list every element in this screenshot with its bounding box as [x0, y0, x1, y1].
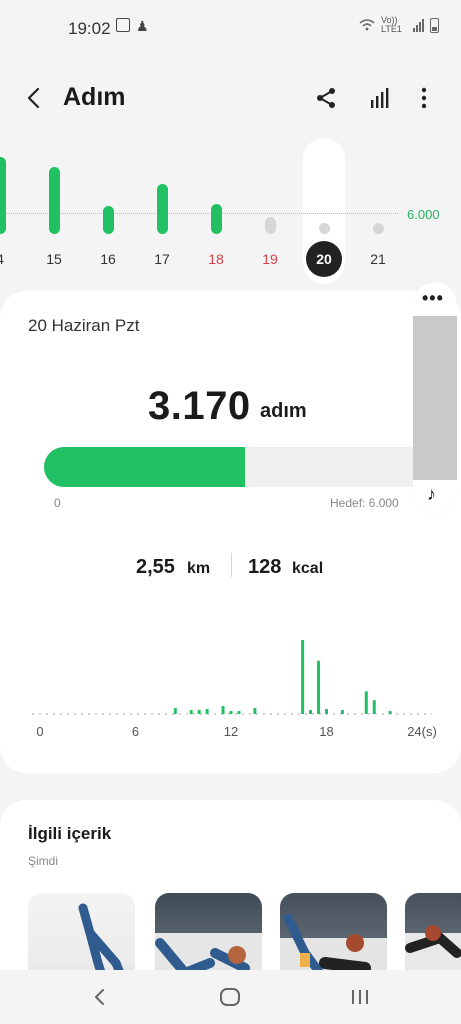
steps-count: 3.170 [148, 384, 251, 428]
hourly-bar [340, 710, 344, 714]
wifi-icon [359, 19, 375, 31]
week-day-label[interactable]: 20 [306, 241, 342, 277]
week-bar[interactable] [102, 205, 114, 234]
hourly-bar [229, 711, 233, 714]
hourly-bar [189, 710, 193, 714]
edge-panel-more-icon[interactable]: ••• [422, 288, 444, 309]
hourly-bar [325, 709, 328, 714]
nav-back-icon[interactable] [92, 988, 108, 1006]
hourly-bar [237, 711, 241, 714]
status-system-icons: Vo)) LTE1 [359, 16, 439, 34]
week-bar[interactable] [210, 204, 222, 234]
more-options-icon[interactable] [414, 86, 434, 110]
signal-icon [413, 18, 424, 32]
week-day-label[interactable]: 15 [39, 251, 69, 267]
goal-label: 6.000 [407, 207, 440, 222]
date-label: 20 Haziran Pzt [28, 316, 140, 335]
hourly-bar [253, 708, 257, 714]
status-time: 19:02 [68, 19, 111, 38]
hour-tick-label: 18 [319, 724, 333, 739]
week-day-label[interactable]: 21 [363, 251, 393, 267]
page-title: Adım [63, 83, 126, 111]
hourly-bar [364, 691, 368, 714]
week-day-label[interactable]: 4 [0, 251, 15, 267]
hourly-bar [205, 709, 209, 714]
progress-fill [44, 447, 245, 487]
week-day-label[interactable]: 17 [147, 251, 177, 267]
hourly-bar [388, 711, 392, 714]
steps-unit: adım [260, 400, 307, 422]
week-bar[interactable] [0, 157, 6, 234]
week-bar[interactable] [264, 217, 276, 234]
distance-value: 2,55 [136, 556, 175, 578]
hour-tick-label: 0 [36, 724, 43, 739]
nav-recents-icon[interactable] [350, 988, 370, 1006]
step-counter-icon: ♟ [136, 18, 149, 34]
hourly-bar [309, 710, 313, 714]
distance-unit: km [187, 560, 211, 577]
week-bar[interactable] [318, 223, 330, 234]
goal-line [0, 213, 398, 214]
navigation-bar [0, 970, 461, 1024]
hour-tick-label: 6 [132, 724, 139, 739]
carrier-label: Vo)) LTE1 [381, 15, 402, 34]
hour-tick-label: 12 [224, 724, 238, 739]
week-day-label[interactable]: 16 [93, 251, 123, 267]
music-note-icon[interactable]: ♪ [427, 484, 436, 505]
hourly-bar [173, 708, 177, 714]
hourly-bar [301, 640, 305, 714]
week-day-label[interactable]: 18 [201, 251, 231, 267]
hourly-steps-chart: 0 6 12 18 24(s) [32, 640, 437, 739]
stat-divider [231, 553, 232, 577]
hourly-bar [197, 710, 201, 714]
week-bar[interactable] [372, 223, 384, 234]
hourly-bar [372, 700, 376, 714]
related-subtitle: Şimdi [28, 854, 59, 868]
nav-home-icon[interactable] [219, 987, 241, 1007]
calories-unit: kcal [292, 560, 324, 577]
week-day-label[interactable]: 19 [255, 251, 285, 267]
related-title: İlgili içerik [28, 824, 112, 843]
week-bar[interactable] [48, 167, 60, 234]
status-notification-icons: ♟ [116, 18, 149, 35]
trends-icon[interactable] [368, 86, 392, 110]
share-icon[interactable] [314, 86, 338, 110]
gallery-icon [116, 18, 130, 32]
back-icon[interactable] [24, 86, 46, 110]
target-label: Hedef: 6.000 [330, 496, 399, 510]
calories-value: 128 [248, 556, 282, 578]
battery-icon [430, 17, 439, 33]
week-bar[interactable] [156, 183, 168, 234]
progress-start-label: 0 [54, 496, 61, 510]
hourly-bar [221, 706, 225, 714]
hourly-bar [317, 660, 321, 714]
hour-tick-label: 24(s) [407, 724, 437, 739]
